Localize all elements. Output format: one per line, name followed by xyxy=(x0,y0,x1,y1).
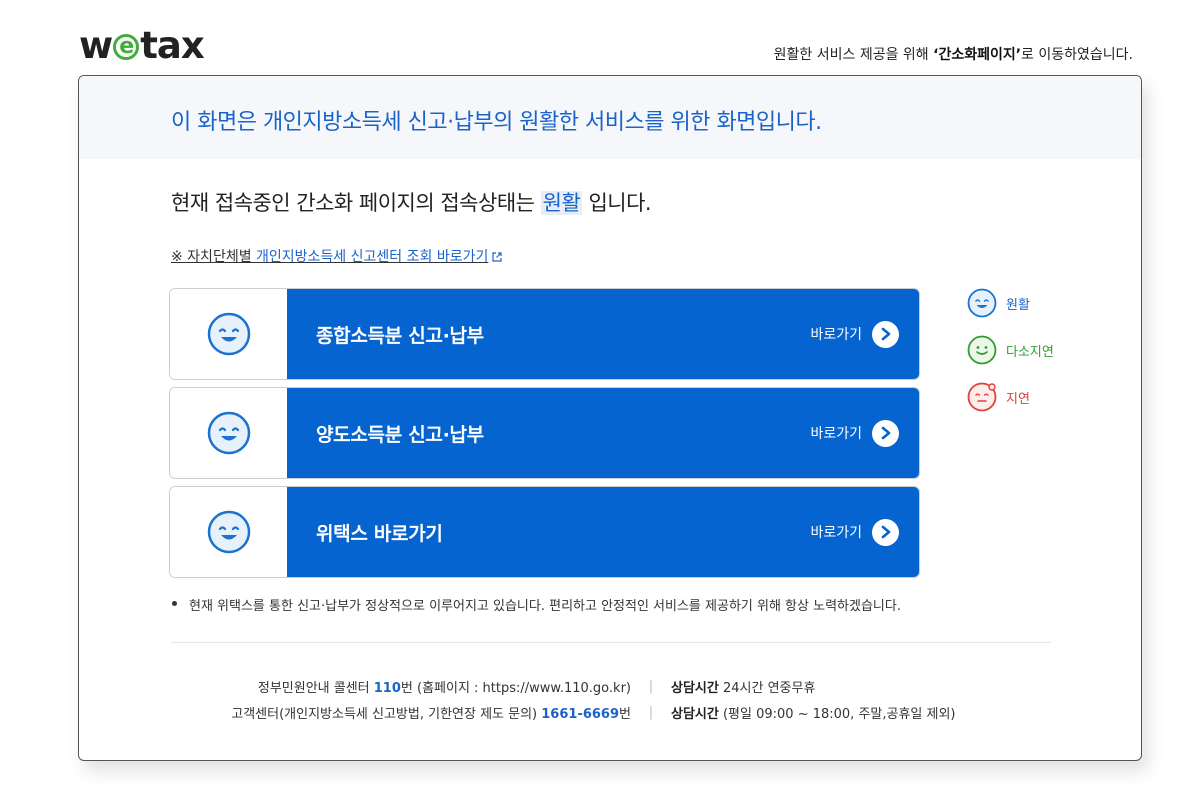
link-prefix: ※ 자치단체별 xyxy=(171,249,257,265)
link-text: 개인지방소득세 신고센터 조회 바로가기 xyxy=(256,249,489,265)
separator: | xyxy=(648,678,654,694)
footer-row-helpdesk: 고객센터(개인지방소득세 신고방법, 기한연장 제도 문의) 1661-6669… xyxy=(79,699,1141,725)
card-title: 위택스 바로가기 xyxy=(316,522,443,545)
legend-label: 지연 xyxy=(1006,391,1030,407)
tax-center-lookup-link[interactable]: ※ 자치단체별 개인지방소득세 신고센터 조회 바로가기 xyxy=(171,246,502,266)
footer-row-callcenter: 정부민원안내 콜센터 110번 (홈페이지 : https://www.110.… xyxy=(79,673,1141,699)
neutral-smile-icon xyxy=(967,335,997,365)
card-body: 양도소득분 신고·납부 바로가기 xyxy=(287,388,919,478)
card-face xyxy=(170,388,287,478)
chevron-right-icon xyxy=(872,320,899,348)
helpdesk-hours: 상담시간 (평일 09:00 ~ 18:00, 주말,공휴일 제외) xyxy=(671,703,956,722)
chevron-right-icon xyxy=(872,419,899,447)
callcenter-info: 정부민원안내 콜센터 110번 (홈페이지 : https://www.110.… xyxy=(79,677,631,696)
card-capital-gains[interactable]: 양도소득분 신고·납부 바로가기 xyxy=(169,387,920,479)
service-status-note: 현재 위택스를 통한 신고·납부가 정상적으로 이루어지고 있습니다. 편리하고… xyxy=(171,595,901,614)
logo-e-mark: e xyxy=(113,34,140,60)
go-button[interactable]: 바로가기 xyxy=(810,320,899,348)
go-button[interactable]: 바로가기 xyxy=(810,419,899,447)
legend-label: 다소지연 xyxy=(1006,344,1054,360)
connection-status: 현재 접속중인 간소화 페이지의 접속상태는 원활 입니다. xyxy=(171,187,652,217)
callcenter-prefix: 정부민원안내 콜센터 xyxy=(257,680,374,696)
legend-slight-delay: 다소지연 xyxy=(967,335,1054,365)
helpdesk-suffix: 번 xyxy=(619,706,631,722)
smile-face-icon xyxy=(207,510,250,554)
card-wetax-home[interactable]: 위택스 바로가기 바로가기 xyxy=(169,486,920,578)
notice-suffix: 로 이동하였습니다. xyxy=(1021,47,1133,63)
legend-smooth: 원활 xyxy=(967,288,1054,318)
callcenter-suffix: 번 (홈페이지 : https://www.110.go.kr) xyxy=(400,680,631,696)
external-link-icon xyxy=(492,252,502,262)
smile-face-icon xyxy=(967,288,997,318)
logo-text-tax: tax xyxy=(140,23,205,67)
helpdesk-info: 고객센터(개인지방소득세 신고방법, 기한연장 제도 문의) 1661-6669… xyxy=(79,703,631,722)
redirect-notice: 원활한 서비스 제공을 위해 ‘간소화페이지’로 이동하였습니다. xyxy=(774,44,1133,64)
hours-label: 상담시간 xyxy=(671,706,719,722)
helpdesk-prefix: 고객센터(개인지방소득세 신고방법, 기한연장 제도 문의) xyxy=(231,706,542,722)
wetax-logo[interactable]: w e tax xyxy=(79,24,205,67)
chevron-right-icon xyxy=(872,518,899,546)
contact-footer: 정부민원안내 콜센터 110번 (홈페이지 : https://www.110.… xyxy=(79,673,1141,725)
status-suffix: 입니다. xyxy=(582,191,652,215)
hours-value: 24시간 연중무휴 xyxy=(718,680,816,696)
go-label: 바로가기 xyxy=(810,525,862,541)
main-panel: 이 화면은 개인지방소득세 신고·납부의 원활한 서비스를 위한 화면입니다. … xyxy=(78,75,1142,761)
card-face xyxy=(170,289,287,379)
helpdesk-number: 1661-6669 xyxy=(541,706,620,722)
panel-headline: 이 화면은 개인지방소득세 신고·납부의 원활한 서비스를 위한 화면입니다. xyxy=(171,110,822,135)
card-body: 종합소득분 신고·납부 바로가기 xyxy=(287,289,919,379)
card-title: 양도소득분 신고·납부 xyxy=(316,423,484,446)
card-body: 위택스 바로가기 바로가기 xyxy=(287,487,919,577)
divider xyxy=(171,642,1051,643)
card-title: 종합소득분 신고·납부 xyxy=(316,324,484,347)
callcenter-hours: 상담시간 24시간 연중무휴 xyxy=(671,677,815,696)
separator: | xyxy=(648,704,654,720)
callcenter-number: 110 xyxy=(373,680,401,696)
legend-delay: 지연 xyxy=(967,382,1054,412)
go-button[interactable]: 바로가기 xyxy=(810,518,899,546)
hours-label: 상담시간 xyxy=(671,680,719,696)
panel-header: 이 화면은 개인지방소득세 신고·납부의 원활한 서비스를 위한 화면입니다. xyxy=(79,76,1141,159)
card-comprehensive-income[interactable]: 종합소득분 신고·납부 바로가기 xyxy=(169,288,920,380)
status-value: 원활 xyxy=(540,191,583,215)
go-label: 바로가기 xyxy=(810,327,862,343)
sad-face-icon xyxy=(967,382,997,412)
service-cards: 종합소득분 신고·납부 바로가기 양도소득분 신고·납부 바로가기 위택스 바로… xyxy=(169,288,920,585)
status-legend: 원활 다소지연 지연 xyxy=(967,288,1054,429)
smile-face-icon xyxy=(207,312,250,356)
notice-emphasis: ‘간소화페이지’ xyxy=(933,47,1022,63)
card-face xyxy=(170,487,287,577)
legend-label: 원활 xyxy=(1006,297,1030,313)
go-label: 바로가기 xyxy=(810,426,862,442)
hours-value: (평일 09:00 ~ 18:00, 주말,공휴일 제외) xyxy=(718,706,956,722)
smile-face-icon xyxy=(207,411,250,455)
status-prefix: 현재 접속중인 간소화 페이지의 접속상태는 xyxy=(171,191,541,215)
notice-prefix: 원활한 서비스 제공을 위해 xyxy=(773,47,934,63)
logo-text-w: w xyxy=(79,23,113,67)
